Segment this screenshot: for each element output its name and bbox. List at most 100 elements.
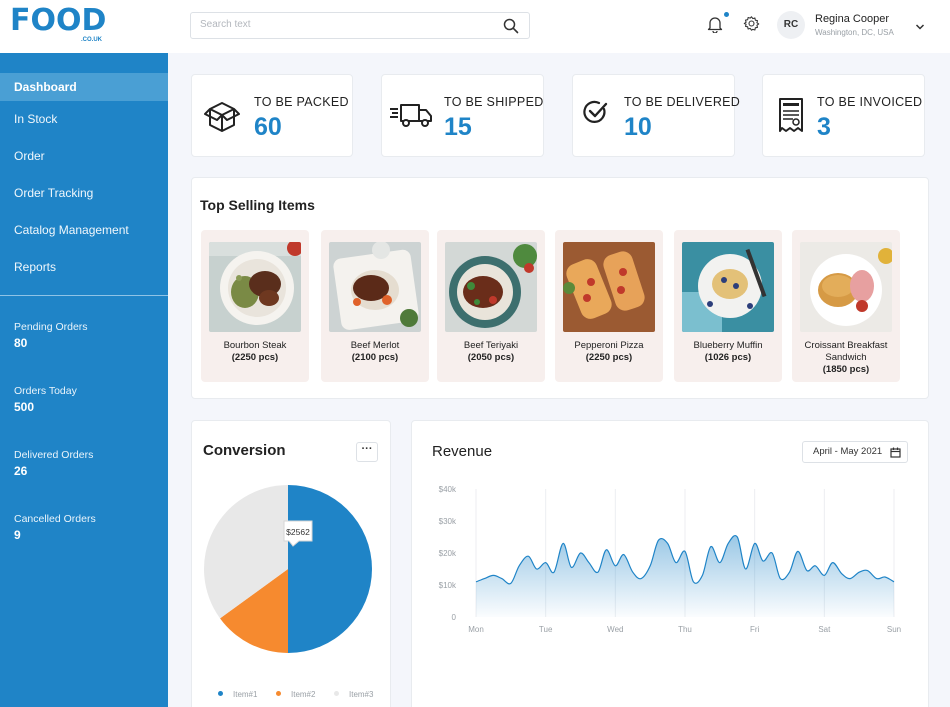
- y-tick-label: $30k: [439, 517, 457, 526]
- gear-icon[interactable]: [743, 15, 760, 37]
- search-input[interactable]: [200, 19, 490, 30]
- brand-logo[interactable]: FOOD .CO.UK: [10, 3, 107, 44]
- conversion-title: Conversion: [203, 442, 286, 459]
- legend-item: Item#2: [276, 690, 315, 699]
- product-card[interactable]: Croissant Breakfast Sandwich (1850 pcs): [792, 230, 900, 382]
- calendar-icon: [890, 446, 901, 466]
- user-name[interactable]: Regina Cooper: [815, 13, 889, 25]
- top-header: FOOD .CO.UK RC Regina Cooper Washington,…: [0, 0, 950, 53]
- sidebar: Dashboard In Stock Order Order Tracking …: [0, 53, 168, 707]
- product-image: [209, 242, 301, 332]
- sidebar-divider: [0, 295, 168, 296]
- product-card[interactable]: Beef Merlot (2100 pcs): [321, 230, 429, 382]
- y-tick-label: $10k: [439, 581, 457, 590]
- product-image: [445, 242, 537, 332]
- product-card[interactable]: Pepperoni Pizza (2250 pcs): [555, 230, 663, 382]
- product-qty: (2250 pcs): [231, 352, 279, 363]
- product-name: Beef Merlot: [350, 340, 400, 351]
- legend-label: Item#3: [349, 690, 374, 699]
- kpi-card-packed[interactable]: TO BE PACKED 60: [191, 74, 353, 157]
- conversion-panel: Conversion ··· $2562 Item#1 Item#2 Item#…: [191, 420, 391, 707]
- sidebar-item-order-tracking[interactable]: Order Tracking: [0, 179, 168, 207]
- product-name: Bourbon Steak: [223, 340, 287, 351]
- revenue-panel: Revenue April - May 2021 0 $10k $20k $30k $4…: [411, 420, 929, 707]
- y-tick-label: $40k: [439, 485, 457, 494]
- pie-slice-item1[interactable]: [288, 485, 372, 653]
- avatar[interactable]: RC: [777, 11, 805, 39]
- revenue-title: Revenue: [432, 443, 493, 460]
- sidebar-item-reports[interactable]: Reports: [0, 253, 168, 281]
- kpi-value: 10: [624, 113, 652, 141]
- y-tick-label: $20k: [439, 549, 457, 558]
- y-tick-label: 0: [452, 613, 457, 622]
- cancelled-orders-value: 9: [14, 528, 21, 542]
- legend-label: Item#2: [291, 690, 316, 699]
- user-location: Washington, DC, USA: [815, 28, 894, 37]
- check-circle-icon: [583, 99, 609, 130]
- bell-icon[interactable]: [707, 15, 723, 38]
- x-tick-label: Mon: [468, 625, 484, 634]
- kpi-label: TO BE DELIVERED: [624, 95, 741, 109]
- product-name: Blueberry Muffin: [693, 340, 763, 351]
- orders-today-value: 500: [14, 400, 35, 414]
- notification-badge: [724, 12, 729, 17]
- sidebar-item-dashboard[interactable]: Dashboard: [0, 73, 168, 101]
- product-name: Beef Teriyaki: [463, 340, 519, 351]
- top-selling-panel: Top Selling Items Bourbon Steak (2250 pc…: [191, 177, 929, 399]
- kpi-card-delivered[interactable]: TO BE DELIVERED 10: [572, 74, 740, 157]
- x-tick-label: Fri: [750, 625, 760, 634]
- product-card[interactable]: Bourbon Steak (2250 pcs): [201, 230, 309, 382]
- sidebar-item-order[interactable]: Order: [0, 142, 168, 170]
- product-qty: (2050 pcs): [467, 352, 515, 363]
- legend-dot: [218, 691, 223, 696]
- search-icon[interactable]: [503, 18, 519, 39]
- cancelled-orders-label: Cancelled Orders: [14, 513, 96, 525]
- kpi-label: TO BE SHIPPED: [444, 95, 544, 109]
- delivered-orders-value: 26: [14, 464, 28, 478]
- more-options-button[interactable]: ···: [356, 442, 378, 462]
- pending-orders-label: Pending Orders: [14, 321, 88, 333]
- sidebar-item-in-stock[interactable]: In Stock: [0, 105, 168, 133]
- product-image: [682, 242, 774, 332]
- product-name: Pepperoni Pizza: [574, 340, 644, 351]
- product-card[interactable]: Beef Teriyaki (2050 pcs): [437, 230, 545, 382]
- tooltip-text: $2562: [286, 527, 310, 537]
- kpi-label: TO BE PACKED: [254, 95, 349, 109]
- x-tick-label: Thu: [678, 625, 692, 634]
- product-qty: (2250 pcs): [585, 352, 633, 363]
- kpi-label: TO BE INVOICED: [817, 95, 923, 109]
- chevron-down-icon[interactable]: [915, 18, 925, 36]
- legend-dot: [334, 691, 339, 696]
- legend-label: Item#1: [233, 690, 258, 699]
- delivered-orders-label: Delivered Orders: [14, 449, 94, 461]
- product-qty: (1026 pcs): [704, 352, 752, 363]
- search-box: [190, 12, 530, 39]
- kpi-card-invoiced[interactable]: TO BE INVOICED 3: [762, 74, 925, 157]
- kpi-value: 60: [254, 113, 282, 141]
- legend-dot: [276, 691, 281, 696]
- logo-domain: .CO.UK: [81, 37, 102, 43]
- product-image: [800, 242, 892, 332]
- x-tick-label: Wed: [607, 625, 623, 634]
- invoice-icon: [777, 97, 805, 138]
- truck-icon: [389, 101, 433, 134]
- product-name: Croissant Breakfast Sandwich: [804, 340, 888, 363]
- product-qty: (2100 pcs): [351, 352, 399, 363]
- product-image: [563, 242, 655, 332]
- conversion-pie-chart: $2562: [204, 485, 372, 653]
- logo-text: FOOD: [10, 3, 107, 38]
- pending-orders-value: 80: [14, 336, 28, 350]
- date-range-picker[interactable]: April - May 2021: [802, 441, 908, 463]
- top-selling-title: Top Selling Items: [200, 197, 315, 213]
- x-tick-label: Sat: [818, 625, 831, 634]
- kpi-card-shipped[interactable]: TO BE SHIPPED 15: [381, 74, 544, 157]
- date-range-label: April - May 2021: [813, 446, 883, 457]
- x-tick-label: Tue: [539, 625, 553, 634]
- product-card[interactable]: Blueberry Muffin (1026 pcs): [674, 230, 782, 382]
- revenue-area-chart: 0 $10k $20k $30k $40k Mon Tue Wed Thu Fri Sat Sun: [439, 485, 901, 634]
- kpi-value: 3: [817, 113, 831, 141]
- orders-today-label: Orders Today: [14, 385, 77, 397]
- legend-item: Item#3: [334, 690, 373, 699]
- sidebar-item-catalog-management[interactable]: Catalog Management: [0, 216, 168, 244]
- x-tick-label: Sun: [887, 625, 901, 634]
